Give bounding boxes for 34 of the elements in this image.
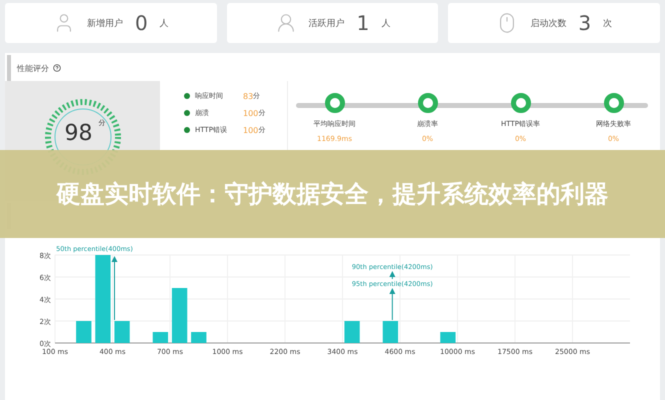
percentile-arrow [389, 288, 396, 320]
timeline-node[interactable] [510, 93, 530, 113]
stat-label: 活跃用户 [308, 18, 345, 30]
stat-label: 启动次数 [530, 18, 566, 30]
stat-unit: 次 [603, 18, 612, 30]
histogram-bar [191, 332, 206, 343]
stat-unit: 人 [160, 18, 169, 30]
timeline-node[interactable] [604, 93, 624, 113]
histogram-bar [172, 288, 188, 343]
percentile-arrow [389, 271, 396, 280]
help-icon[interactable] [53, 64, 61, 72]
histogram-bar [152, 332, 168, 343]
metric-score: 100 [243, 126, 258, 134]
status-dot [184, 127, 190, 133]
stat-label: 新增用户 [86, 18, 123, 30]
histogram-bar [382, 321, 398, 343]
timeline-node[interactable] [324, 93, 344, 113]
histogram-bar [114, 321, 130, 343]
histogram-bar [440, 332, 456, 343]
stat-value: 0 [134, 11, 148, 35]
metric-score: 83 [243, 92, 254, 100]
histogram-bar [76, 321, 92, 343]
status-dot [184, 110, 190, 116]
score-value: 98 [64, 121, 92, 146]
stat-value: 1 [356, 11, 370, 35]
section-title: 性能评分 [17, 62, 49, 74]
histogram-bar [344, 321, 360, 343]
stat-unit: 人 [381, 18, 390, 30]
status-dot [184, 93, 190, 99]
stat-value: 3 [578, 11, 592, 35]
metric-score: 100 [243, 108, 258, 118]
percentile-arrow [112, 256, 118, 320]
headline-text: 硬盘实时软件：守护数据安全，提升系统效率的利器 [55, 179, 610, 210]
timeline-node[interactable] [418, 93, 438, 113]
